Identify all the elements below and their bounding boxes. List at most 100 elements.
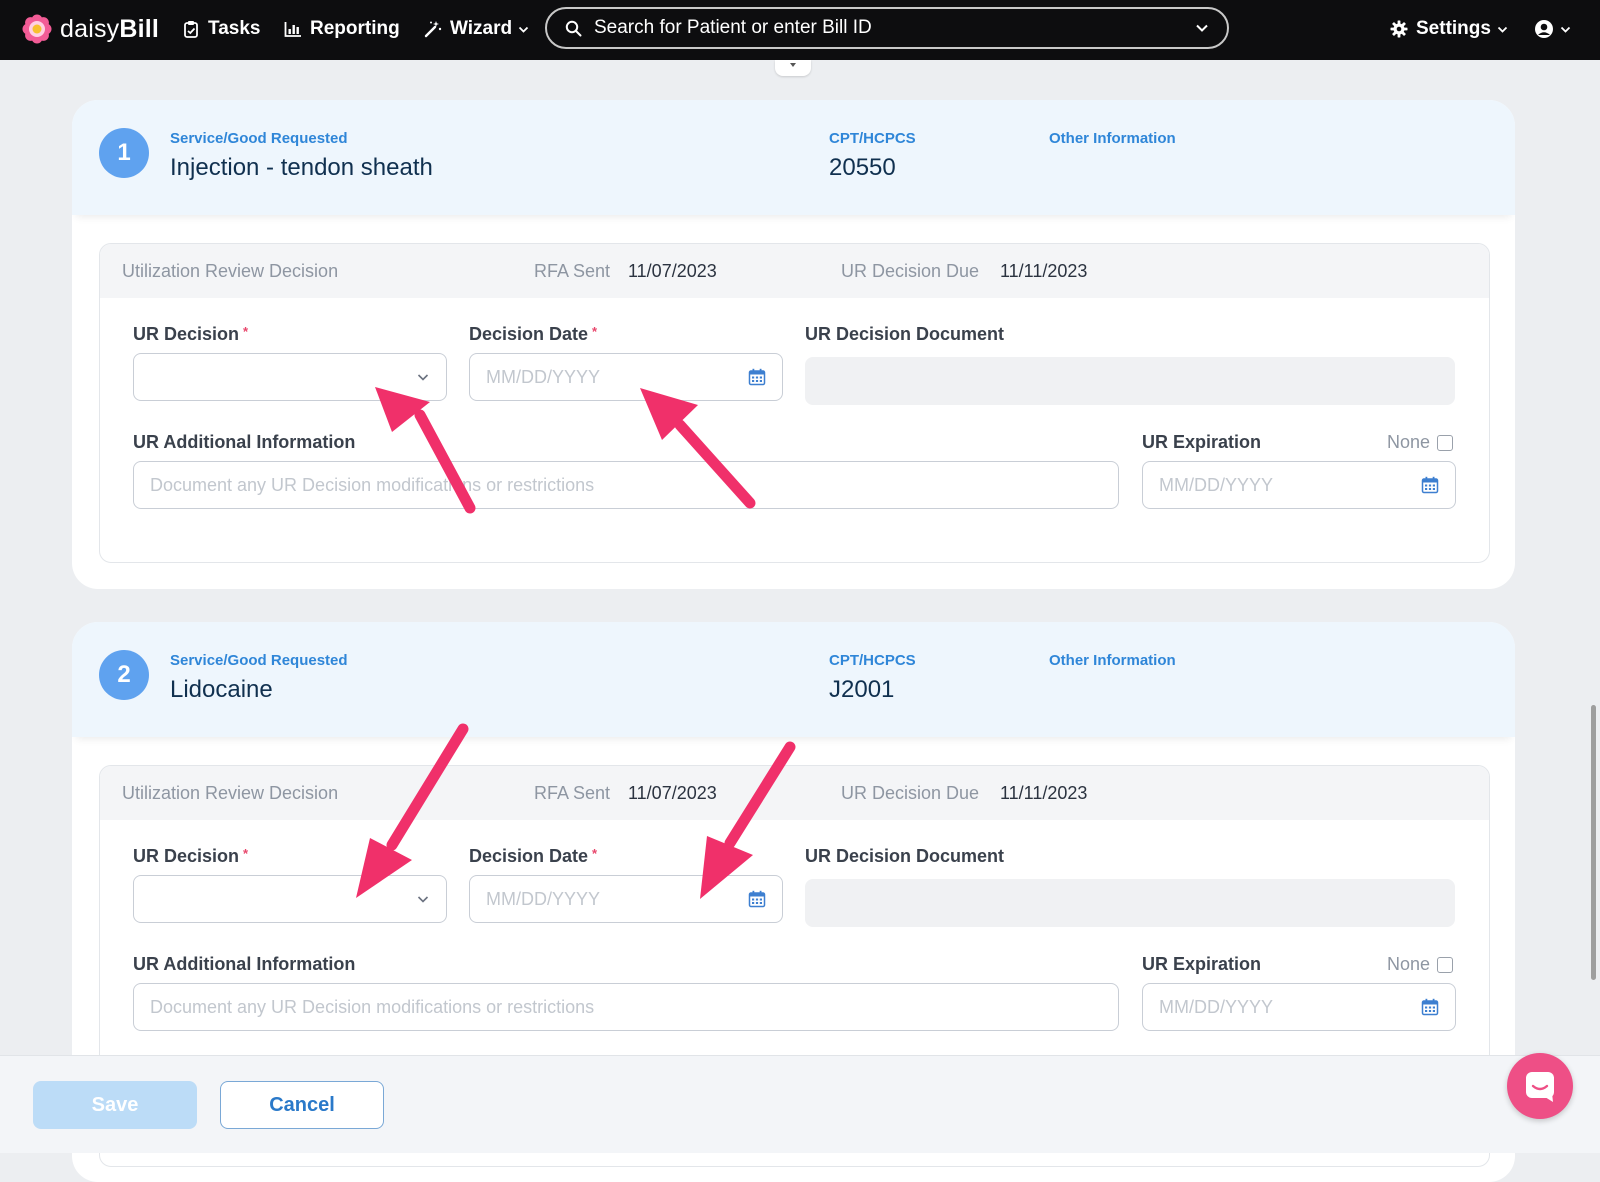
ur-expiration-none-toggle[interactable]: None (1387, 432, 1454, 453)
cancel-button[interactable]: Cancel (220, 1081, 384, 1129)
request-header-2: 2 Service/Good Requested Lidocaine CPT/H… (72, 622, 1515, 737)
daisy-flower-icon (22, 14, 52, 44)
request-header-1: 1 Service/Good Requested Injection - ten… (72, 100, 1515, 215)
patient-bill-search[interactable]: Search for Patient or enter Bill ID (545, 7, 1229, 49)
decision-date-label: Decision Date * (469, 846, 597, 867)
ur-additional-info-input[interactable]: Document any UR Decision modifications o… (133, 461, 1119, 509)
service-value: Injection - tendon sheath (170, 154, 433, 181)
nav-reporting[interactable]: Reporting (284, 0, 400, 58)
ur-decision-label-text: UR Decision (133, 846, 240, 866)
ur-expiration-label: UR Expiration (1142, 432, 1262, 452)
ur-decision-panel: Utilization Review Decision RFA Sent 11/… (99, 243, 1490, 563)
calendar-icon[interactable] (1421, 998, 1439, 1016)
step-number-badge: 1 (99, 128, 149, 178)
magic-wand-icon (424, 21, 442, 38)
ur-expiration-label: UR Expiration (1142, 954, 1262, 974)
bar-chart-icon (284, 22, 301, 37)
ur-expiration-input[interactable]: MM/DD/YYYY (1142, 461, 1456, 509)
calendar-icon[interactable] (748, 368, 766, 386)
ur-decision-document-field[interactable] (805, 879, 1455, 927)
nav-wizard-label: Wizard (450, 18, 513, 39)
cpt-label: CPT/HCPCS (829, 652, 916, 669)
ur-expiration-input[interactable]: MM/DD/YYYY (1142, 983, 1456, 1031)
form-action-bar: Save Cancel (0, 1055, 1600, 1153)
rfa-sent-label: RFA Sent (534, 261, 611, 281)
clipboard-check-icon (184, 21, 198, 38)
chevron-down-icon[interactable] (1195, 21, 1209, 35)
ur-expiration-none-toggle[interactable]: None (1387, 954, 1454, 975)
decision-date-placeholder: MM/DD/YYYY (486, 366, 601, 387)
search-placeholder[interactable]: Search for Patient or enter Bill ID (594, 17, 1195, 39)
decision-date-placeholder: MM/DD/YYYY (486, 888, 601, 909)
ur-additional-info-input[interactable]: Document any UR Decision modifications o… (133, 983, 1119, 1031)
nav-settings-dropdown[interactable]: Settings (1390, 0, 1508, 58)
ur-additional-info-label: UR Additional Information (133, 432, 356, 452)
chevron-down-icon (518, 26, 529, 33)
decision-date-label: Decision Date * (469, 324, 597, 345)
none-checkbox[interactable] (1437, 434, 1454, 451)
required-marker: * (592, 846, 598, 861)
page-scrollbar[interactable] (1591, 705, 1596, 980)
save-button[interactable]: Save (33, 1081, 197, 1129)
gear-icon (1390, 20, 1408, 38)
user-circle-icon (1535, 20, 1553, 38)
ur-decision-due-value: 11/11/2023 (1000, 261, 1088, 281)
calendar-icon[interactable] (1421, 476, 1439, 494)
ur-decision-select[interactable] (133, 353, 447, 401)
other-information-label[interactable]: Other Information (1049, 652, 1176, 669)
nav-account-dropdown[interactable] (1534, 0, 1571, 58)
chevron-down-icon (1560, 26, 1571, 33)
logo-text: daisyBill (60, 15, 159, 44)
cpt-value: 20550 (829, 154, 896, 181)
none-checkbox[interactable] (1437, 956, 1454, 973)
ur-expiration-placeholder: MM/DD/YYYY (1159, 996, 1274, 1017)
step-number-badge: 2 (99, 650, 149, 700)
chevron-down-icon (417, 374, 429, 381)
nav-wizard-dropdown[interactable]: Wizard (424, 0, 529, 58)
none-label: None (1387, 432, 1431, 452)
ur-additional-info-placeholder: Document any UR Decision modifications o… (150, 996, 595, 1017)
request-card-1: 1 Service/Good Requested Injection - ten… (72, 100, 1515, 589)
nav-settings-label: Settings (1416, 18, 1491, 39)
ur-decision-due-label: UR Decision Due (841, 261, 980, 281)
service-label: Service/Good Requested (170, 130, 348, 147)
caret-down-icon (790, 63, 796, 67)
decision-date-input[interactable]: MM/DD/YYYY (469, 875, 783, 923)
ur-decision-document-field[interactable] (805, 357, 1455, 405)
chat-icon (1526, 1072, 1554, 1102)
ur-summary-bar: Utilization Review Decision RFA Sent 11/… (100, 766, 1489, 820)
ur-decision-select[interactable] (133, 875, 447, 923)
ur-decision-due-value: 11/11/2023 (1000, 783, 1088, 803)
rfa-sent-label: RFA Sent (534, 783, 611, 803)
ur-decision-document-label: UR Decision Document (805, 846, 1005, 866)
nav-tasks-label: Tasks (208, 18, 261, 39)
ur-additional-info-label: UR Additional Information (133, 954, 356, 974)
ur-summary-bar: Utilization Review Decision RFA Sent 11/… (100, 244, 1489, 298)
ur-decision-due-label: UR Decision Due (841, 783, 980, 803)
ur-decision-label: UR Decision * (133, 846, 248, 867)
daisybill-logo[interactable]: daisyBill (22, 0, 159, 58)
ur-title: Utilization Review Decision (122, 261, 339, 281)
required-marker: * (243, 846, 249, 861)
ur-decision-document-label: UR Decision Document (805, 324, 1005, 344)
logo-text-light: daisy (60, 14, 120, 43)
decision-date-label-text: Decision Date (469, 846, 589, 866)
ur-title: Utilization Review Decision (122, 783, 339, 803)
calendar-icon[interactable] (748, 890, 766, 908)
expand-header-tab[interactable] (775, 60, 811, 76)
decision-date-input[interactable]: MM/DD/YYYY (469, 353, 783, 401)
service-value: Lidocaine (170, 676, 273, 703)
cpt-label: CPT/HCPCS (829, 130, 916, 147)
nav-tasks[interactable]: Tasks (182, 0, 260, 58)
chevron-down-icon (417, 896, 429, 903)
nav-reporting-label: Reporting (310, 18, 400, 39)
other-information-label[interactable]: Other Information (1049, 130, 1176, 147)
search-icon (565, 20, 582, 36)
decision-date-label-text: Decision Date (469, 324, 589, 344)
ur-decision-label-text: UR Decision (133, 324, 240, 344)
chevron-down-icon (1497, 26, 1508, 33)
chat-launcher-button[interactable] (1507, 1053, 1573, 1119)
ur-additional-info-placeholder: Document any UR Decision modifications o… (150, 474, 595, 495)
ur-decision-label: UR Decision * (133, 324, 248, 345)
cpt-value: J2001 (829, 676, 895, 703)
